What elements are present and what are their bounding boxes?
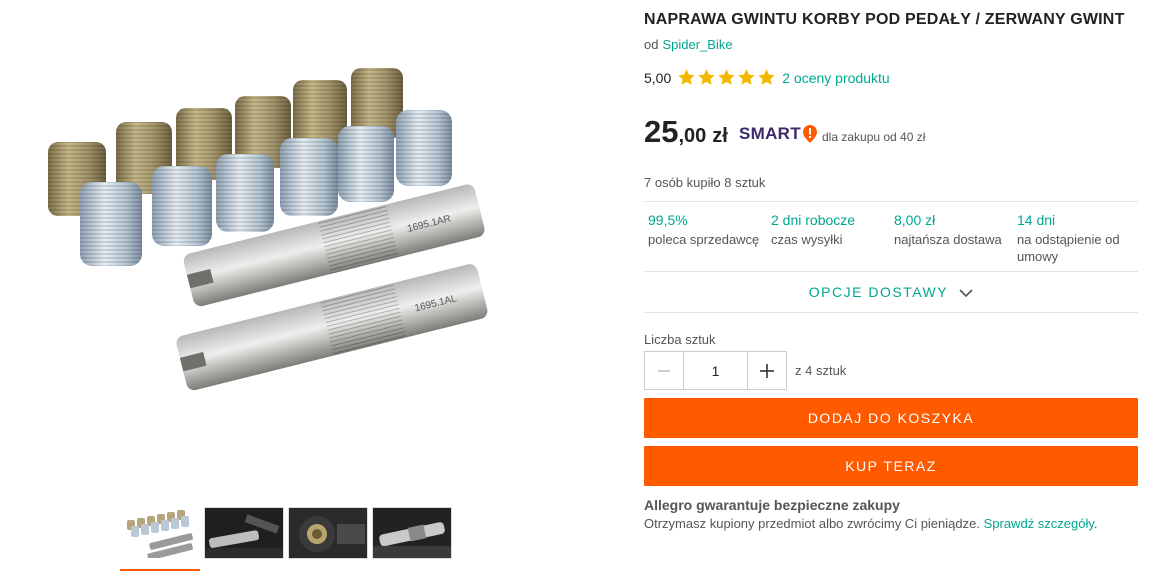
star-icon (738, 69, 755, 85)
add-to-cart-button[interactable]: DODAJ DO KOSZYKA (644, 398, 1138, 438)
reviews-link[interactable]: 2 oceny produktu (782, 70, 889, 86)
guarantee-title: Allegro gwarantuje bezpieczne zakupy (644, 497, 900, 513)
product-rating: 5,00 2 oceny produktu (644, 68, 890, 87)
stat-value: 99,5% (648, 212, 688, 228)
star-icon (698, 69, 715, 85)
quantity-available: z 4 sztuk (795, 363, 847, 378)
stat-label: poleca sprzedawcę (648, 232, 760, 247)
guarantee-details-link[interactable]: Sprawdź szczegóły (984, 516, 1094, 531)
chevron-down-icon (959, 289, 973, 298)
quantity-increase-button[interactable] (748, 351, 787, 390)
seller-info: od Spider_Bike (644, 37, 733, 52)
thumbnail-4[interactable] (372, 507, 452, 559)
stat-value: 14 dni (1017, 212, 1056, 228)
guarantee-description: Otrzymasz kupiony przedmiot albo zwrócim… (644, 516, 980, 531)
thumbnail-3[interactable] (288, 507, 368, 559)
delivery-options-toggle[interactable]: OPCJE DOSTAWY (644, 284, 1138, 300)
stat-label: najtańsza dostawa (894, 232, 1002, 247)
active-thumbnail-indicator (120, 569, 200, 571)
stat-label: czas wysyłki (771, 232, 843, 247)
smart-note: dla zakupu od 40 zł (822, 130, 926, 144)
thumbnail-1[interactable] (120, 507, 200, 559)
stat-shipping-time[interactable]: 2 dni robocze czas wysyłki (767, 212, 890, 265)
price-decimal: ,00 (678, 125, 707, 147)
seller-prefix: od (644, 37, 659, 52)
quantity-decrease-button[interactable] (644, 351, 683, 390)
quantity-label: Liczba sztuk (644, 332, 716, 347)
divider (644, 312, 1138, 313)
stat-value: 2 dni robocze (771, 212, 856, 228)
quantity-input[interactable] (683, 351, 748, 390)
smart-logo[interactable]: SMART (739, 124, 818, 144)
star-icon (758, 69, 775, 85)
stat-return-period[interactable]: 14 dni na odstąpienie od umowy (1013, 212, 1136, 265)
buy-now-button[interactable]: KUP TERAZ (644, 446, 1138, 486)
stat-label: na odstąpienie od umowy (1017, 232, 1120, 264)
divider (644, 271, 1138, 272)
buyers-count: 7 osób kupiło 8 sztuk (644, 175, 766, 190)
main-product-image[interactable]: 1695.1AR 1695.1AL (30, 40, 530, 440)
star-icon (718, 69, 735, 85)
smart-label: SMART (739, 124, 801, 143)
delivery-options-label: OPCJE DOSTAWY (808, 284, 948, 300)
rating-score: 5,00 (644, 69, 672, 86)
quantity-stepper (644, 351, 787, 390)
stat-cheapest-delivery[interactable]: 8,00 zł najtańsza dostawa (890, 212, 1013, 265)
price-currency: zł (712, 125, 728, 147)
price: 25,00 zł (644, 114, 728, 150)
product-title: NAPRAWA GWINTU KORBY POD PEDAŁY / ZERWAN… (644, 11, 1125, 28)
product-gallery: 1695.1AR 1695.1AL (0, 0, 610, 574)
product-page: 1695.1AR 1695.1AL NAPRAWA GWINTU KORBY P… (0, 0, 1152, 574)
plus-icon (760, 363, 774, 378)
thumbnail-2[interactable] (204, 507, 284, 559)
smart-exclamation-icon (802, 125, 817, 143)
guarantee-period: . (1093, 516, 1098, 531)
star-icon (678, 69, 695, 85)
guarantee-text: Otrzymasz kupiony przedmiot albo zwrócim… (644, 516, 1098, 531)
stat-value: 8,00 zł (894, 212, 936, 228)
seller-link[interactable]: Spider_Bike (662, 37, 732, 52)
minus-icon (658, 369, 670, 372)
divider (644, 201, 1138, 202)
seller-stats: 99,5% poleca sprzedawcę 2 dni robocze cz… (644, 212, 1138, 265)
price-integer: 25 (644, 114, 679, 149)
rating-stars (677, 68, 776, 87)
thumbnail-strip (120, 507, 452, 559)
stat-recommendation[interactable]: 99,5% poleca sprzedawcę (644, 212, 767, 265)
